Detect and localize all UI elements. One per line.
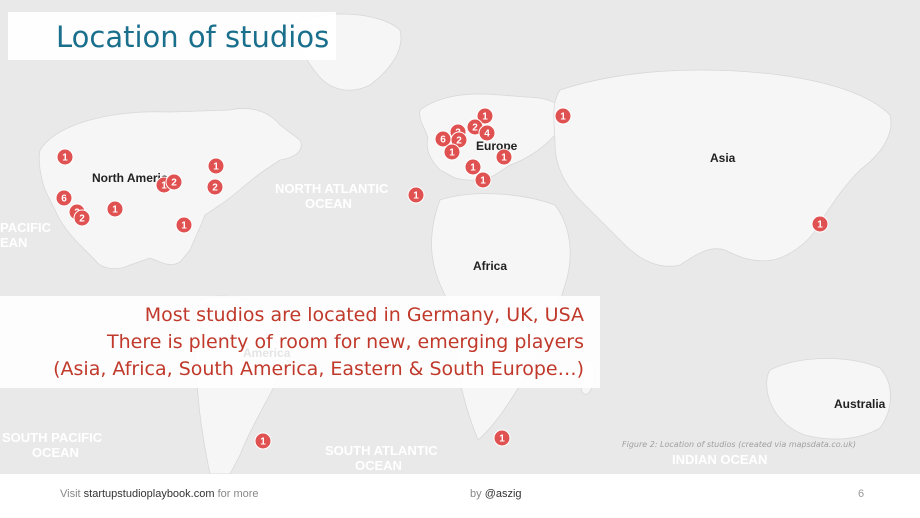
studio-marker-na-fl[interactable]: 1 [175, 216, 193, 234]
studio-marker-na-ne1[interactable]: 1 [207, 157, 225, 175]
studio-marker-eu-3[interactable]: 1 [443, 143, 461, 161]
footer-author: by @aszig [470, 488, 522, 500]
footer: Visit startupstudioplaybook.com for more… [0, 474, 920, 518]
page-number: 6 [858, 488, 865, 500]
studio-marker-na-ne2[interactable]: 2 [206, 178, 224, 196]
figure-caption: Figure 2: Location of studios (created v… [622, 440, 856, 449]
studio-marker-eu-7[interactable]: 1 [495, 148, 513, 166]
marker-count: 4 [484, 129, 490, 140]
marker-count: 1 [181, 221, 187, 232]
callout-panel: Most studios are located in Germany, UK,… [0, 296, 600, 388]
callout-line-3: (Asia, Africa, South America, Eastern & … [53, 358, 584, 380]
footer-more-text: for more [217, 488, 259, 500]
marker-count: 1 [480, 176, 486, 187]
callout-line-2: There is plenty of room for new, emergin… [106, 331, 584, 353]
studio-marker-na-la2[interactable]: 2 [73, 209, 91, 227]
marker-count: 1 [501, 153, 507, 164]
marker-count: 1 [482, 112, 488, 123]
marker-count: 1 [470, 163, 476, 174]
map-label-asia: Asia [710, 151, 736, 165]
studio-marker-na-sw[interactable]: 1 [106, 200, 124, 218]
footer-visit-text: Visit [60, 488, 81, 500]
studio-marker-af-za[interactable]: 1 [493, 429, 511, 447]
studio-marker-atl[interactable]: 1 [407, 186, 425, 204]
map-label-africa: Africa [473, 259, 507, 273]
callout-line-1: Most studios are located in Germany, UK,… [144, 304, 584, 326]
map-label-indian: INDIAN OCEAN [672, 452, 767, 467]
marker-count: 2 [171, 178, 177, 189]
map-label-europe: Europe [476, 139, 518, 153]
studio-marker-eu-ru[interactable]: 1 [554, 107, 572, 125]
marker-count: 2 [472, 123, 478, 134]
marker-count: 1 [449, 148, 455, 159]
studio-marker-sa-br[interactable]: 1 [254, 432, 272, 450]
marker-count: 1 [260, 437, 266, 448]
footer-left: Visit startupstudioplaybook.com for more [60, 488, 259, 500]
marker-count: 1 [62, 153, 68, 164]
marker-count: 1 [499, 434, 505, 445]
marker-count: 2 [456, 136, 462, 147]
studio-marker-na-chi2[interactable]: 2 [165, 173, 183, 191]
studio-marker-asia-cn[interactable]: 1 [811, 215, 829, 233]
marker-count: 2 [212, 183, 218, 194]
marker-count: 1 [817, 220, 823, 231]
footer-author-handle[interactable]: @aszig [485, 488, 522, 500]
studio-marker-na-nw[interactable]: 1 [56, 148, 74, 166]
studio-marker-eu-8[interactable]: 1 [464, 158, 482, 176]
studio-marker-na-sf[interactable]: 6 [55, 189, 73, 207]
studio-marker-eu-9[interactable]: 1 [474, 171, 492, 189]
page-title: Location of studios [56, 20, 330, 54]
marker-count: 1 [112, 205, 118, 216]
footer-website-link[interactable]: startupstudioplaybook.com [84, 488, 215, 500]
marker-count: 1 [413, 191, 419, 202]
marker-count: 1 [213, 162, 219, 173]
marker-count: 6 [61, 194, 67, 205]
marker-count: 1 [560, 112, 566, 123]
marker-count: 2 [79, 214, 85, 225]
studio-marker-eu-6[interactable]: 4 [478, 124, 496, 142]
marker-count: 6 [440, 135, 446, 146]
title-panel: Location of studios [8, 12, 336, 60]
footer-by-text: by [470, 488, 482, 500]
world-map[interactable]: North AmericaEuropeAsiaAfricaAustraliaAm… [0, 0, 920, 474]
map-label-australia: Australia [834, 397, 886, 411]
